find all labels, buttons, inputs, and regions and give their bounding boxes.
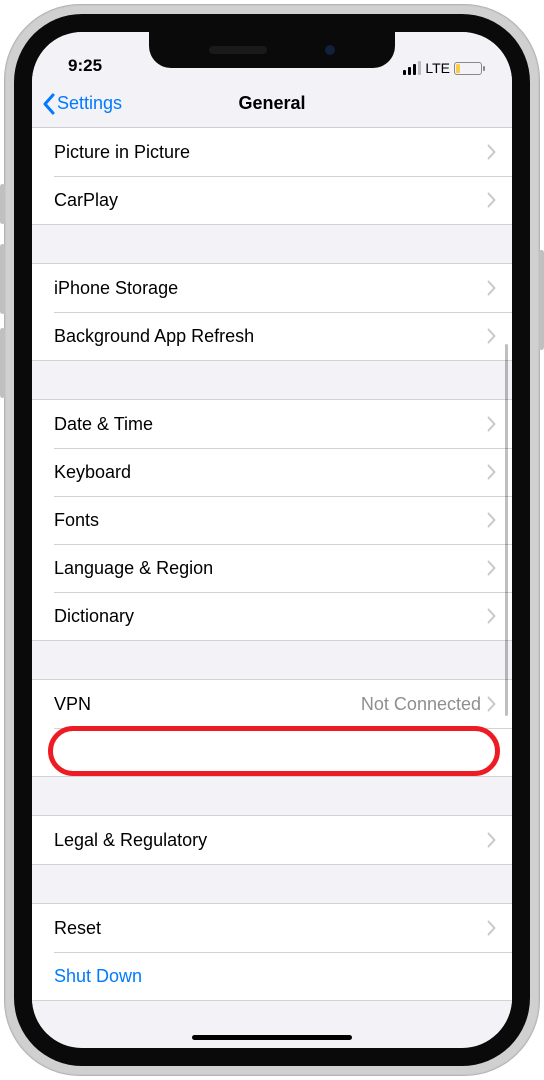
row-shut-down[interactable]: Shut Down xyxy=(32,952,512,1000)
power-button xyxy=(539,250,544,350)
chevron-right-icon xyxy=(487,192,496,208)
row-fonts[interactable]: Fonts xyxy=(32,496,512,544)
row-background-app-refresh[interactable]: Background App Refresh xyxy=(32,312,512,360)
row-label: Keyboard xyxy=(54,462,131,483)
chevron-right-icon xyxy=(487,608,496,624)
row-vpn[interactable]: VPN Not Connected xyxy=(32,680,512,728)
nav-bar: Settings General xyxy=(32,80,512,128)
row-label: Fonts xyxy=(54,510,99,531)
volume-down-button xyxy=(0,328,5,398)
mute-switch xyxy=(0,184,5,224)
row-carplay[interactable]: CarPlay xyxy=(32,176,512,224)
signal-icon xyxy=(403,61,421,75)
chevron-right-icon xyxy=(487,512,496,528)
chevron-right-icon xyxy=(487,832,496,848)
row-date-time[interactable]: Date & Time xyxy=(32,400,512,448)
row-label: Legal & Regulatory xyxy=(54,830,207,851)
row-accessory xyxy=(487,464,496,480)
settings-group: Picture in Picture CarPlay xyxy=(32,128,512,225)
screen: 9:25 LTE Settings General Picture in Pic… xyxy=(32,32,512,1048)
volume-up-button xyxy=(0,244,5,314)
row-label: Reset xyxy=(54,918,101,939)
home-indicator[interactable] xyxy=(192,1035,352,1040)
row-dictionary[interactable]: Dictionary xyxy=(32,592,512,640)
settings-group: Legal & Regulatory xyxy=(32,815,512,865)
row-accessory xyxy=(487,608,496,624)
row-reset[interactable]: Reset xyxy=(32,904,512,952)
chevron-right-icon xyxy=(487,696,496,712)
chevron-left-icon xyxy=(42,93,55,115)
device-frame: 9:25 LTE Settings General Picture in Pic… xyxy=(4,4,540,1076)
chevron-right-icon xyxy=(487,464,496,480)
row-label: iPhone Storage xyxy=(54,278,178,299)
row-accessory xyxy=(487,280,496,296)
settings-group: iPhone Storage Background App Refresh xyxy=(32,263,512,361)
row-legal-regulatory[interactable]: Legal & Regulatory xyxy=(32,816,512,864)
row-detail: Not Connected xyxy=(361,694,481,715)
chevron-right-icon xyxy=(487,920,496,936)
row-label: Background App Refresh xyxy=(54,326,254,347)
row-accessory xyxy=(487,560,496,576)
row-label: Date & Time xyxy=(54,414,153,435)
row-accessory xyxy=(487,416,496,432)
chevron-right-icon xyxy=(487,416,496,432)
back-button[interactable]: Settings xyxy=(32,93,122,115)
scroll-indicator xyxy=(505,344,508,716)
row-accessory xyxy=(487,832,496,848)
row-accessory: Not Connected xyxy=(361,694,496,715)
content-area[interactable]: Picture in Picture CarPlay iPhone Storage B… xyxy=(32,128,512,1034)
battery-icon xyxy=(454,62,482,75)
row-language-region[interactable]: Language & Region xyxy=(32,544,512,592)
back-label: Settings xyxy=(57,93,122,114)
notch xyxy=(149,32,395,68)
row-label: VPN xyxy=(54,694,91,715)
settings-group: Date & Time Keyboard Fonts Language & Regio… xyxy=(32,399,512,641)
row-accessory xyxy=(487,920,496,936)
settings-group: Reset Shut Down xyxy=(32,903,512,1001)
status-time: 9:25 xyxy=(68,56,102,76)
settings-group: VPN Not Connected xyxy=(32,679,512,777)
row-label: Language & Region xyxy=(54,558,213,579)
network-label: LTE xyxy=(425,60,450,76)
row-keyboard[interactable]: Keyboard xyxy=(32,448,512,496)
row-label: Dictionary xyxy=(54,606,134,627)
row-label: CarPlay xyxy=(54,190,118,211)
row-picture-in-picture[interactable]: Picture in Picture xyxy=(32,128,512,176)
row-row[interactable] xyxy=(32,728,512,776)
chevron-right-icon xyxy=(487,328,496,344)
chevron-right-icon xyxy=(487,144,496,160)
row-iphone-storage[interactable]: iPhone Storage xyxy=(32,264,512,312)
row-accessory xyxy=(487,328,496,344)
row-accessory xyxy=(487,144,496,160)
row-label: Shut Down xyxy=(54,966,142,987)
row-accessory xyxy=(487,192,496,208)
row-accessory xyxy=(487,512,496,528)
row-label: Picture in Picture xyxy=(54,142,190,163)
chevron-right-icon xyxy=(487,560,496,576)
chevron-right-icon xyxy=(487,280,496,296)
